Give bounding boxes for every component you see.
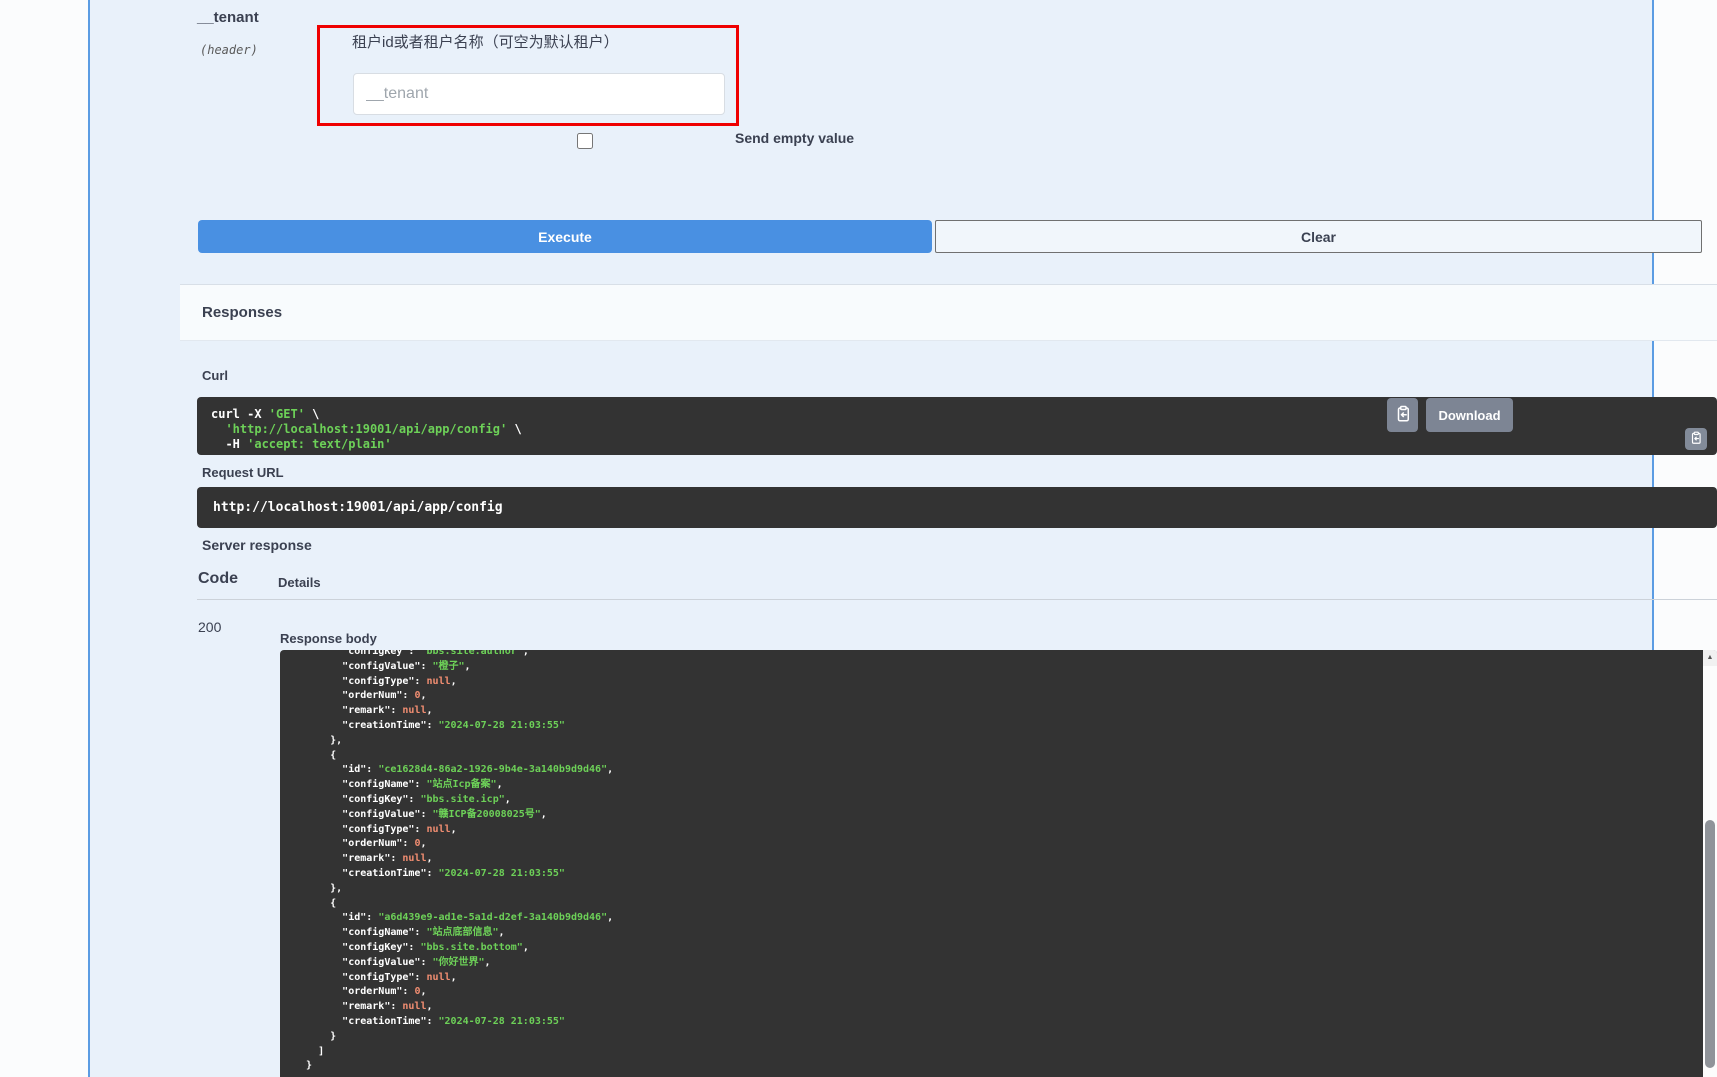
copy-to-clipboard-button[interactable] [1685, 428, 1707, 450]
curl-label: Curl [202, 368, 228, 383]
request-url-block: http://localhost:19001/api/app/config [197, 487, 1717, 528]
details-column-header: Details [278, 575, 321, 590]
response-scrollbar-thumb[interactable] [1705, 820, 1715, 1068]
execute-button[interactable]: Execute [198, 220, 932, 253]
responses-section-header: Responses [180, 284, 1717, 341]
response-table-divider [197, 599, 1717, 600]
get-operation-block: __tenant (header) 租户id或者租户名称（可空为默认租户） Se… [88, 0, 1654, 1077]
parameter-name: __tenant [197, 9, 259, 26]
clear-button[interactable]: Clear [935, 220, 1702, 253]
parameter-description: 租户id或者租户名称（可空为默认租户） [352, 31, 619, 52]
request-url-label: Request URL [202, 465, 284, 480]
code-column-header: Code [198, 570, 238, 588]
responses-title: Responses [202, 304, 282, 321]
send-empty-value-label: Send empty value [735, 130, 854, 146]
status-code: 200 [198, 619, 221, 635]
download-button[interactable]: Download [1426, 398, 1513, 432]
request-url-value: http://localhost:19001/api/app/config [197, 487, 1717, 515]
response-body-block: "configKey": "bbs.site.author", "configV… [280, 650, 1717, 1077]
copy-icon [1394, 405, 1412, 426]
response-body-json: "configKey": "bbs.site.author", "configV… [280, 650, 1717, 1074]
server-response-label: Server response [202, 537, 312, 553]
parameter-location: (header) [200, 43, 258, 57]
response-scrollbar-track[interactable]: ▲ [1703, 650, 1717, 1077]
response-body-label: Response body [280, 631, 377, 646]
scroll-up-arrow-icon[interactable]: ▲ [1703, 650, 1717, 666]
copy-icon [1689, 431, 1703, 448]
swagger-operation-page: __tenant (header) 租户id或者租户名称（可空为默认租户） Se… [0, 0, 1717, 1077]
send-empty-value-checkbox[interactable] [577, 133, 593, 149]
copy-response-button[interactable] [1387, 398, 1418, 432]
tenant-input[interactable] [353, 73, 725, 115]
